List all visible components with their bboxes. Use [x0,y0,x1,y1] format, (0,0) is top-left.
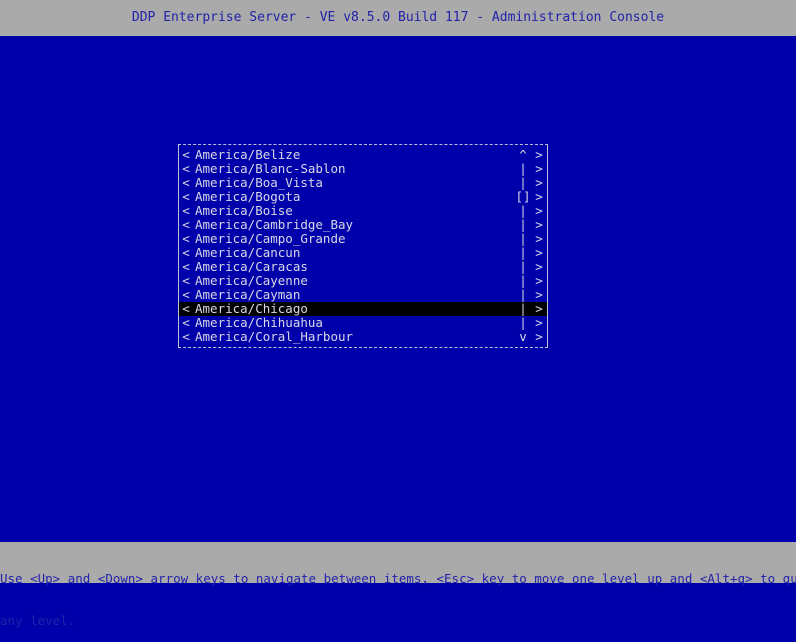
scrollbar-cell[interactable]: | [515,302,531,316]
chevron-left-icon[interactable]: < [179,316,193,330]
chevron-left-icon[interactable]: < [179,260,193,274]
chevron-left-icon[interactable]: < [179,204,193,218]
list-item[interactable]: < America/Campo_Grande | > [179,232,547,246]
list-item-label: America/Bogota [195,190,301,204]
scrollbar-cell[interactable]: | [515,162,531,176]
list-item-label: America/Cambridge_Bay [195,218,354,232]
list-item[interactable]: < America/Cambridge_Bay | > [179,218,547,232]
scrollbar-cell[interactable]: | [515,176,531,190]
list-item-label: America/Chihuahua [195,316,323,330]
list-item[interactable]: < America/Chicago | > [179,302,547,316]
window-title-bar: DDP Enterprise Server - VE v8.5.0 Build … [0,0,796,36]
list-item[interactable]: < America/Cayenne | > [179,274,547,288]
chevron-right-icon[interactable]: > [531,288,547,302]
status-bar: Use <Up> and <Down> arrow keys to naviga… [0,542,796,628]
scrollbar-cell[interactable]: v [515,330,531,344]
chevron-left-icon[interactable]: < [179,246,193,260]
list-item[interactable]: < America/Boa_Vista | > [179,176,547,190]
chevron-left-icon[interactable]: < [179,232,193,246]
chevron-left-icon[interactable]: < [179,288,193,302]
scrollbar-cell[interactable]: | [515,204,531,218]
list-item-label: America/Cayman [195,288,301,302]
list-item-label: America/Campo_Grande [195,232,346,246]
chevron-right-icon[interactable]: > [531,330,547,344]
chevron-left-icon[interactable]: < [179,190,193,204]
chevron-right-icon[interactable]: > [531,260,547,274]
scrollbar-cell[interactable]: [] [515,190,531,204]
chevron-left-icon[interactable]: < [179,218,193,232]
list-item-label: America/Chicago [195,302,308,316]
list-item-label: America/Boise [195,204,293,218]
list-item-label: America/Coral_Harbour [195,330,354,344]
scrollbar-cell[interactable]: | [515,260,531,274]
scrollbar-cell[interactable]: | [515,218,531,232]
list-item[interactable]: < America/Chihuahua | > [179,316,547,330]
timezone-selection-list[interactable]: < America/Belize ^ > < America/Blanc-Sablon | >… [178,144,548,348]
chevron-right-icon[interactable]: > [531,316,547,330]
status-bar-line-1: Use <Up> and <Down> arrow keys to naviga… [0,571,796,586]
list-item[interactable]: < America/Belize ^ > [179,148,547,162]
chevron-right-icon[interactable]: > [531,190,547,204]
chevron-right-icon[interactable]: > [531,302,547,316]
list-item-label: America/Cayenne [195,274,308,288]
list-item[interactable]: < America/Coral_Harbour v > [179,330,547,344]
chevron-left-icon[interactable]: < [179,162,193,176]
scrollbar-cell[interactable]: | [515,316,531,330]
list-item[interactable]: < America/Blanc-Sablon | > [179,162,547,176]
list-item[interactable]: < America/Cayman | > [179,288,547,302]
scrollbar-cell[interactable]: | [515,246,531,260]
chevron-left-icon[interactable]: < [179,176,193,190]
scrollbar-cell[interactable]: ^ [515,148,531,162]
chevron-right-icon[interactable]: > [531,204,547,218]
chevron-right-icon[interactable]: > [531,176,547,190]
list-item[interactable]: < America/Bogota [] > [179,190,547,204]
chevron-right-icon[interactable]: > [531,232,547,246]
chevron-right-icon[interactable]: > [531,274,547,288]
list-item-label: America/Boa_Vista [195,176,323,190]
chevron-right-icon[interactable]: > [531,246,547,260]
list-item-label: America/Caracas [195,260,308,274]
terminal-canvas: < America/Belize ^ > < America/Blanc-Sablon | >… [0,36,796,542]
chevron-left-icon[interactable]: < [179,302,193,316]
chevron-left-icon[interactable]: < [179,274,193,288]
list-item-label: America/Belize [195,148,301,162]
scrollbar-cell[interactable]: | [515,232,531,246]
chevron-right-icon[interactable]: > [531,162,547,176]
scrollbar-cell[interactable]: | [515,288,531,302]
list-item[interactable]: < America/Cancun | > [179,246,547,260]
chevron-right-icon[interactable]: > [531,148,547,162]
list-item-label: America/Blanc-Sablon [195,162,346,176]
list-item-label: America/Cancun [195,246,301,260]
chevron-right-icon[interactable]: > [531,218,547,232]
scrollbar-cell[interactable]: | [515,274,531,288]
chevron-left-icon[interactable]: < [179,330,193,344]
status-bar-line-2: any level. [0,613,76,628]
list-item[interactable]: < America/Boise | > [179,204,547,218]
list-item[interactable]: < America/Caracas | > [179,260,547,274]
chevron-left-icon[interactable]: < [179,148,193,162]
